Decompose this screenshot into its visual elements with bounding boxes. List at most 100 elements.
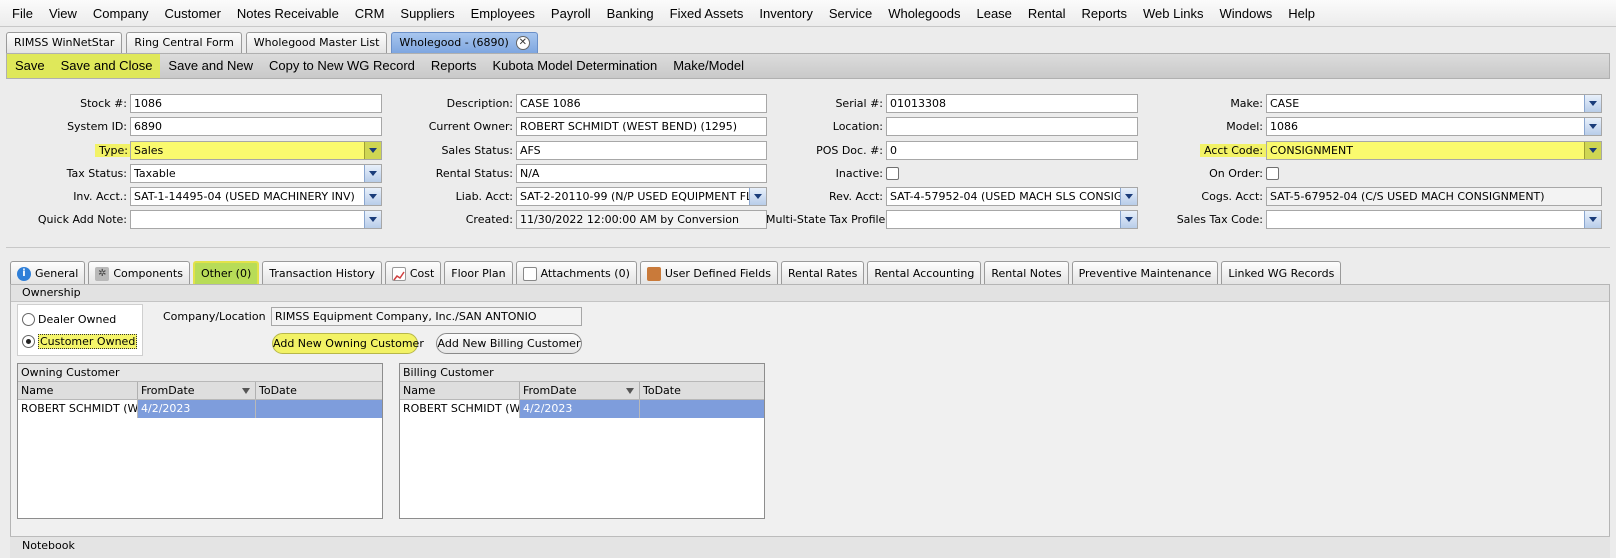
doc-tab-ring-central-form[interactable]: Ring Central Form xyxy=(126,32,242,53)
dealer-owned-option[interactable]: Dealer Owned xyxy=(22,313,116,326)
col-name[interactable]: Name xyxy=(400,382,520,399)
make-dropdown-button[interactable] xyxy=(1584,94,1601,112)
menu-fixed-assets[interactable]: Fixed Assets xyxy=(662,0,752,27)
menu-wholegoods[interactable]: Wholegoods xyxy=(880,0,968,27)
current-owner-field[interactable]: ROBERT SCHMIDT (WEST BEND) (1295) xyxy=(516,116,767,136)
chevron-down-icon xyxy=(1125,216,1133,222)
col-to-date[interactable]: ToDate xyxy=(256,382,382,399)
notebook-label: Notebook xyxy=(22,539,75,552)
multi-state-tax-select[interactable] xyxy=(886,209,1138,229)
menu-payroll[interactable]: Payroll xyxy=(543,0,599,27)
menu-help[interactable]: Help xyxy=(1280,0,1323,27)
sales-tax-code-dropdown-button[interactable] xyxy=(1584,210,1601,228)
copy-to-new-wg-button[interactable]: Copy to New WG Record xyxy=(261,54,423,78)
inv-acct-dropdown-button[interactable] xyxy=(364,187,381,205)
col-name[interactable]: Name xyxy=(18,382,138,399)
tab-rental-rates[interactable]: Rental Rates xyxy=(780,261,865,285)
menu-suppliers[interactable]: Suppliers xyxy=(392,0,462,27)
menu-rental[interactable]: Rental xyxy=(1020,0,1074,27)
liab-acct-dropdown-button[interactable] xyxy=(749,187,766,205)
rev-acct-select[interactable]: SAT-4-57952-04 (USED MACH SLS CONSIGNM..… xyxy=(886,186,1138,206)
menu-inventory[interactable]: Inventory xyxy=(751,0,820,27)
table-row[interactable]: ROBERT SCHMIDT (W... 4/2/2023 xyxy=(18,400,382,418)
tab-preventive-maintenance[interactable]: Preventive Maintenance xyxy=(1071,261,1219,285)
menu-windows[interactable]: Windows xyxy=(1211,0,1280,27)
col-to-date[interactable]: ToDate xyxy=(640,382,764,399)
liab-acct-select[interactable]: SAT-2-20110-99 (N/P USED EQUIPMENT FLO..… xyxy=(516,186,767,206)
type-dropdown-button[interactable] xyxy=(364,141,381,159)
save-button[interactable]: Save xyxy=(7,54,53,78)
menu-employees[interactable]: Employees xyxy=(463,0,543,27)
make-select[interactable]: CASE xyxy=(1266,93,1602,113)
customer-owned-radio[interactable] xyxy=(22,335,35,348)
pos-doc-field[interactable]: 0 xyxy=(886,140,1138,160)
col-from-date[interactable]: FromDate xyxy=(138,382,256,399)
make-label: Make: xyxy=(1230,96,1263,110)
company-location-label: Company/Location xyxy=(163,310,266,323)
close-icon[interactable]: ✕ xyxy=(515,36,530,50)
doc-tab-wholegood-6890[interactable]: Wholegood - (6890) ✕ xyxy=(391,32,538,53)
inv-acct-select[interactable]: SAT-1-14495-04 (USED MACHINERY INV) xyxy=(130,186,382,206)
doc-tab-wholegood-master-list[interactable]: Wholegood Master List xyxy=(245,32,388,53)
tab-attachments[interactable]: Attachments (0) xyxy=(515,261,637,285)
tab-general[interactable]: i General xyxy=(10,261,86,285)
table-row[interactable]: ROBERT SCHMIDT (W... 4/2/2023 xyxy=(400,400,764,418)
add-billing-customer-button[interactable]: Add New Billing Customer xyxy=(436,333,582,354)
doc-tab-rimss-winnetstar[interactable]: RIMSS WinNetStar xyxy=(6,32,123,53)
quick-add-note-select[interactable] xyxy=(130,209,382,229)
description-field[interactable]: CASE 1086 xyxy=(516,93,767,113)
tab-linked-wg-records[interactable]: Linked WG Records xyxy=(1221,261,1342,285)
add-owning-customer-button[interactable]: Add New Owning Customer xyxy=(272,333,424,354)
toolbar: Save Save and Close Save and New Copy to… xyxy=(6,53,1610,79)
menu-view[interactable]: View xyxy=(41,0,85,27)
reports-button[interactable]: Reports xyxy=(423,54,485,78)
menu-customer[interactable]: Customer xyxy=(157,0,229,27)
customer-owned-option[interactable]: Customer Owned xyxy=(22,334,138,349)
menu-notes-receivable[interactable]: Notes Receivable xyxy=(229,0,347,27)
menu-file[interactable]: File xyxy=(4,0,41,27)
acct-code-dropdown-button[interactable] xyxy=(1584,141,1601,159)
stock-field[interactable]: 1086 xyxy=(130,93,382,113)
tab-rental-accounting[interactable]: Rental Accounting xyxy=(867,261,982,285)
rev-acct-dropdown-button[interactable] xyxy=(1120,187,1137,205)
type-select[interactable]: Sales xyxy=(130,140,382,160)
menu-crm[interactable]: CRM xyxy=(347,0,393,27)
menu-lease[interactable]: Lease xyxy=(968,0,1019,27)
tab-transaction-history[interactable]: Transaction History xyxy=(262,261,382,285)
tax-status-select[interactable]: Taxable xyxy=(130,163,382,183)
system-id-field[interactable]: 6890 xyxy=(130,116,382,136)
tab-components[interactable]: ✲ Components xyxy=(88,261,190,285)
rental-status-field[interactable]: N/A xyxy=(516,163,767,183)
tab-cost[interactable]: Cost xyxy=(384,261,442,285)
menu-banking[interactable]: Banking xyxy=(599,0,662,27)
tab-other[interactable]: Other (0) xyxy=(192,261,260,285)
acct-code-select[interactable]: CONSIGNMENT xyxy=(1266,140,1602,160)
menu-web-links[interactable]: Web Links xyxy=(1135,0,1211,27)
menu-company[interactable]: Company xyxy=(85,0,157,27)
col-from-date[interactable]: FromDate xyxy=(520,382,640,399)
chevron-down-icon xyxy=(369,147,377,153)
inactive-checkbox[interactable] xyxy=(886,166,899,180)
sort-desc-icon xyxy=(626,388,634,394)
quick-add-note-dropdown-button[interactable] xyxy=(364,210,381,228)
menu-reports[interactable]: Reports xyxy=(1073,0,1135,27)
serial-field[interactable]: 01013308 xyxy=(886,93,1138,113)
location-field[interactable] xyxy=(886,116,1138,136)
menu-service[interactable]: Service xyxy=(821,0,880,27)
dealer-owned-radio[interactable] xyxy=(22,313,35,326)
multi-state-tax-dropdown-button[interactable] xyxy=(1120,210,1137,228)
save-and-close-button[interactable]: Save and Close xyxy=(52,54,161,78)
save-and-new-button[interactable]: Save and New xyxy=(160,54,261,78)
tab-user-defined-fields[interactable]: User Defined Fields xyxy=(639,261,778,285)
on-order-checkbox[interactable] xyxy=(1266,166,1279,180)
model-select[interactable]: 1086 xyxy=(1266,116,1602,136)
kubota-model-button[interactable]: Kubota Model Determination xyxy=(484,54,665,78)
tax-status-dropdown-button[interactable] xyxy=(364,164,381,182)
sales-status-field[interactable]: AFS xyxy=(516,140,767,160)
tab-rental-notes[interactable]: Rental Notes xyxy=(984,261,1069,285)
sales-tax-code-select[interactable] xyxy=(1266,209,1602,229)
inv-acct-value: SAT-1-14495-04 (USED MACHINERY INV) xyxy=(134,189,355,203)
make-model-button[interactable]: Make/Model xyxy=(665,54,752,78)
tab-floor-plan[interactable]: Floor Plan xyxy=(444,261,513,285)
model-dropdown-button[interactable] xyxy=(1584,117,1601,135)
